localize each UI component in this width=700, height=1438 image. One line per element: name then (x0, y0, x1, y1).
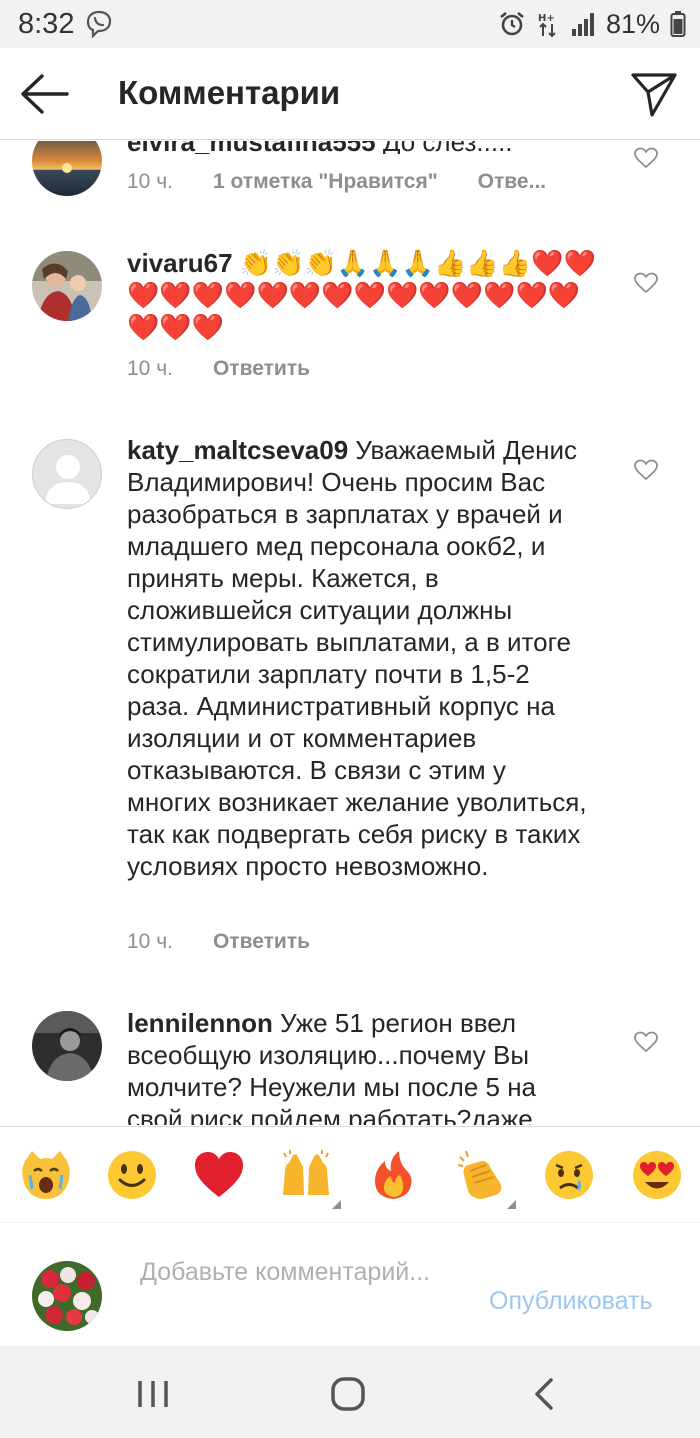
viber-notification-icon (86, 10, 112, 43)
heart-outline-icon[interactable] (634, 459, 658, 486)
back-chevron-icon[interactable] (532, 1377, 556, 1411)
reply-button[interactable]: Ответить (213, 357, 310, 381)
status-bar: 8:32 H+ 81% (0, 0, 700, 48)
comments-list: elvira_mustafina555 До слез..... 10 ч. 1… (0, 141, 700, 1125)
comment-input[interactable]: Добавьте комментарий... (140, 1257, 460, 1288)
comment-text: elvira_mustafina555 До слез..... (127, 141, 607, 154)
app-header: Комментарии (0, 48, 700, 140)
avatar[interactable] (32, 141, 102, 196)
cat-face-emoji-button[interactable] (20, 1149, 72, 1201)
comment-username[interactable]: elvira_mustafina555 (127, 141, 376, 154)
reply-button[interactable]: Отве... (478, 170, 546, 194)
comment-text: vivaru67 👏👏👏🙏🙏🙏👍👍👍❤️❤️❤️❤️❤️❤️❤️❤️❤️❤️❤️… (127, 247, 597, 343)
skin-tone-indicator (507, 1200, 516, 1209)
heart-outline-icon[interactable] (634, 1031, 658, 1058)
red-heart-emoji-button[interactable] (193, 1149, 245, 1201)
comment-username[interactable]: vivaru67 (127, 248, 233, 278)
clapping-hands-emoji-button[interactable] (456, 1149, 508, 1201)
alarm-icon (500, 11, 524, 36)
comment-time: 10 ч. (127, 357, 173, 380)
reply-button[interactable]: Ответить (213, 930, 310, 954)
heart-eyes-emoji-button[interactable] (631, 1149, 683, 1201)
current-user-avatar (32, 1261, 102, 1331)
signal-icon (571, 13, 594, 36)
smile-emoji-button[interactable] (106, 1149, 158, 1201)
comment-composer: Добавьте комментарий... Опубликовать (0, 1222, 700, 1346)
comment-meta: 10 ч. Ответить (127, 930, 310, 954)
crying-face-emoji-button[interactable] (543, 1149, 595, 1201)
comment-message: До слез..... (383, 141, 513, 154)
comment-meta: 10 ч. Ответить (127, 357, 310, 381)
comment-text: lennilennon Уже 51 регион ввел всеобщую … (127, 1007, 567, 1125)
data-arrows-icon: H+ (538, 13, 556, 38)
comment-time: 10 ч. (127, 170, 173, 193)
status-icons: H+ 81% (498, 9, 686, 39)
quick-emoji-bar (0, 1126, 700, 1222)
comment-message: Уважаемый Денис Владимирович! Очень прос… (127, 435, 587, 881)
comment-text: katy_maltcseva09 Уважаемый Денис Владими… (127, 434, 587, 882)
raised-hands-emoji-button[interactable] (280, 1149, 332, 1201)
fire-emoji-button[interactable] (367, 1149, 419, 1201)
heart-outline-icon[interactable] (634, 272, 658, 299)
avatar[interactable] (32, 439, 102, 509)
comment-username[interactable]: lennilennon (127, 1008, 273, 1038)
comment-username[interactable]: katy_maltcseva09 (127, 435, 348, 465)
publish-button[interactable]: Опубликовать (489, 1287, 652, 1316)
status-time: 8:32 (18, 8, 75, 40)
comment-time: 10 ч. (127, 930, 173, 953)
home-icon[interactable] (330, 1376, 366, 1412)
recents-icon[interactable] (136, 1379, 170, 1409)
arrow-left-icon[interactable] (20, 72, 70, 121)
avatar[interactable] (32, 251, 102, 321)
battery-icon (670, 11, 686, 37)
system-nav-bar (0, 1346, 700, 1438)
comment-likes-link[interactable]: 1 отметка "Нравится" (213, 170, 438, 194)
battery-percent: 81% (605, 8, 660, 39)
svg-text:H+: H+ (538, 13, 555, 24)
avatar[interactable] (32, 1011, 102, 1081)
page-title: Комментарии (118, 74, 341, 111)
heart-outline-icon[interactable] (634, 147, 658, 174)
comment-meta: 10 ч. 1 отметка "Нравится" Отве... (127, 170, 546, 194)
skin-tone-indicator (332, 1200, 341, 1209)
paper-plane-icon[interactable] (630, 70, 678, 123)
